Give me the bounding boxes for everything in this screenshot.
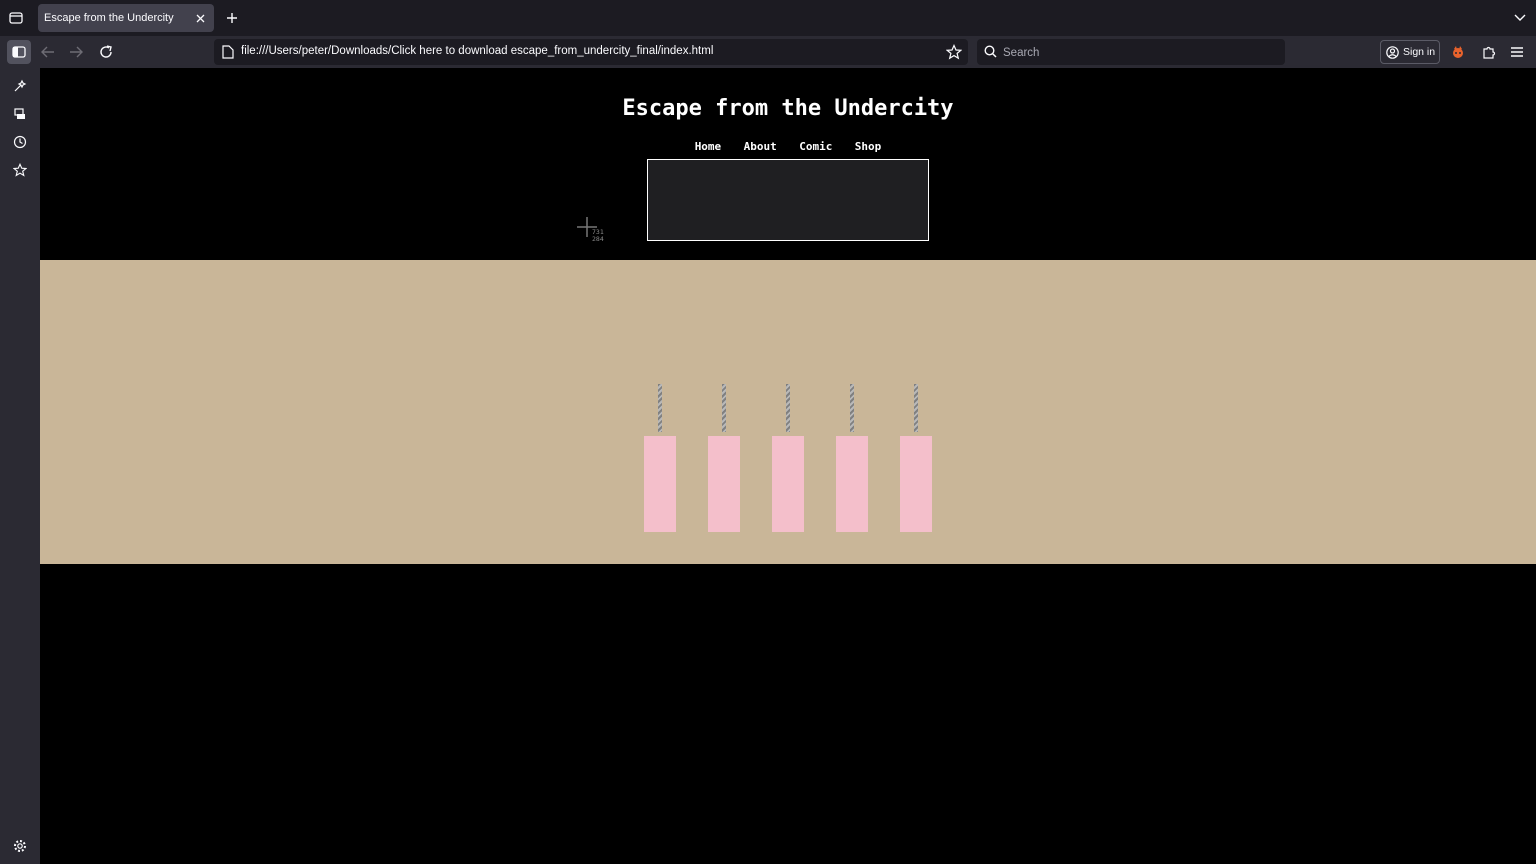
candle[interactable] (708, 384, 740, 532)
history-icon[interactable] (10, 132, 30, 152)
cursor-y: 284 (592, 235, 604, 243)
candle-body (644, 436, 676, 532)
close-icon[interactable] (192, 10, 208, 26)
bookmark-star-icon[interactable] (945, 44, 963, 60)
search-input[interactable] (1001, 42, 1275, 64)
browser-sidebar (0, 68, 40, 864)
candle-stage (40, 260, 1536, 564)
site-title: Escape from the Undercity (622, 96, 954, 121)
menu-icon[interactable] (1505, 40, 1529, 64)
sign-in-button[interactable]: Sign in (1380, 40, 1440, 64)
sidebar-toggle-button[interactable] (7, 40, 31, 64)
nav-link-about[interactable]: About (744, 140, 777, 153)
candle-wick (786, 384, 790, 432)
search-bar[interactable] (977, 39, 1285, 65)
forward-button[interactable] (64, 40, 88, 64)
candle-wick (914, 384, 918, 432)
url-bar[interactable]: file:///Users/peter/Downloads/Click here… (214, 39, 968, 65)
bookmarks-star-icon[interactable] (10, 160, 30, 180)
tab-active[interactable]: Escape from the Undercity (38, 4, 214, 32)
search-icon (984, 45, 998, 59)
candle[interactable] (836, 384, 868, 532)
extensions-puzzle-icon[interactable] (1477, 40, 1501, 64)
site-nav: Home About Comic Shop (40, 137, 1536, 155)
candle[interactable] (772, 384, 804, 532)
cursor-coordinates: 731 284 (592, 229, 604, 243)
tab-title: Escape from the Undercity (44, 12, 174, 24)
ai-chatbot-icon[interactable] (10, 76, 30, 96)
extension-icon[interactable] (1446, 40, 1470, 64)
candle-body (772, 436, 804, 532)
back-button[interactable] (36, 40, 60, 64)
candle-wick (850, 384, 854, 432)
synced-tabs-icon[interactable] (10, 104, 30, 124)
candle[interactable] (644, 384, 676, 532)
account-icon (1386, 45, 1399, 59)
new-tab-button[interactable] (222, 8, 242, 28)
nav-link-home[interactable]: Home (695, 140, 722, 153)
chevron-down-icon[interactable] (1510, 8, 1530, 28)
nav-link-shop[interactable]: Shop (855, 140, 882, 153)
nav-link-comic[interactable]: Comic (799, 140, 832, 153)
page-content: Escape from the Undercity Home About Com… (40, 68, 1536, 864)
navigation-toolbar: file:///Users/peter/Downloads/Click here… (0, 36, 1536, 68)
firefox-view-icon[interactable] (6, 8, 26, 28)
reload-button[interactable] (94, 40, 118, 64)
sign-in-label: Sign in (1403, 46, 1436, 58)
page-icon (222, 45, 236, 59)
candle-wick (658, 384, 662, 432)
tab-strip: Escape from the Undercity (0, 0, 1536, 36)
url-text[interactable]: file:///Users/peter/Downloads/Click here… (241, 45, 713, 57)
banner-box (647, 159, 929, 241)
candle-wick (722, 384, 726, 432)
candle-body (836, 436, 868, 532)
candle-body (900, 436, 932, 532)
candle[interactable] (900, 384, 932, 532)
gear-icon[interactable] (10, 836, 30, 856)
candle-body (708, 436, 740, 532)
